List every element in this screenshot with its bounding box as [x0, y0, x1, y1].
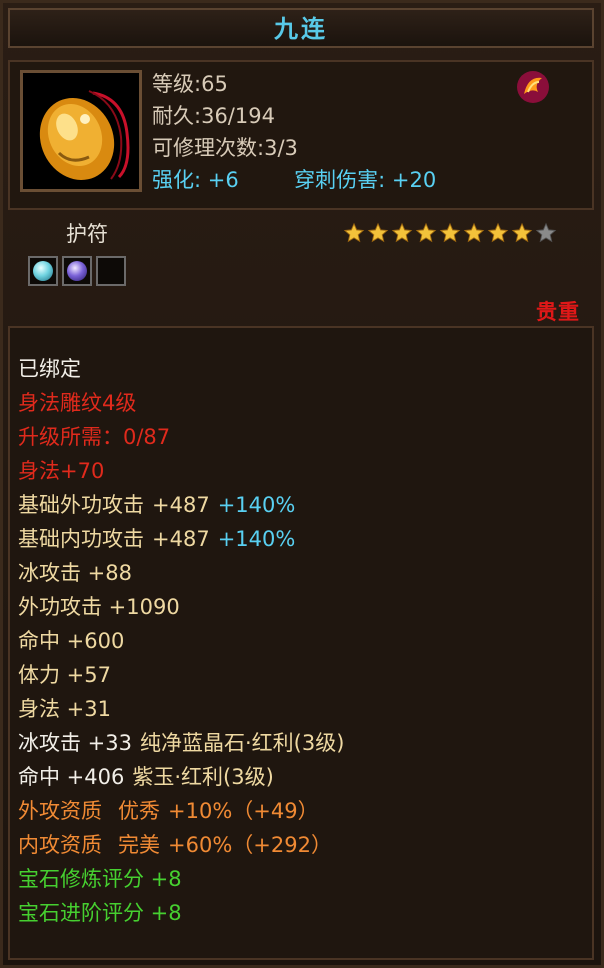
enhance-row: 强化: +6 穿刺伤害: +20 — [152, 164, 436, 196]
item-name: 九连 — [8, 8, 594, 48]
base-stats: 等级:65 耐久:36/194 可修理次数:3/3 强化: +6 穿刺伤害: +… — [152, 68, 436, 196]
quality-grade: 完美 — [118, 833, 160, 857]
attr-percent: +140% — [217, 493, 296, 517]
level-label: 等级: — [152, 72, 202, 96]
carving-bonus: 身法+70 — [18, 459, 105, 483]
attr-value: +487 — [152, 527, 210, 551]
attr-name: 基础内功攻击 — [18, 527, 144, 551]
attr-value: +487 — [152, 493, 210, 517]
star-filled-icon — [367, 222, 389, 243]
quality-value: +10%（+49） — [168, 799, 319, 823]
attribute-list: 已绑定 身法雕纹4级 升级所需：0/87 身法+70 基础外功攻击 +487 +14… — [18, 352, 344, 930]
attr-ice-attack: 冰攻击 +88 — [18, 561, 132, 585]
gem-sockets — [28, 256, 126, 286]
gem-name: 纯净蓝晶石·红利(3级) — [140, 731, 345, 755]
durability-row: 耐久:36/194 — [152, 100, 436, 132]
attr-hit: 命中 +600 — [18, 629, 125, 653]
star-filled-icon — [415, 222, 437, 243]
quality-inner: 内攻资质 完美 +60%（+292） — [18, 828, 344, 862]
star-filled-icon — [511, 222, 533, 243]
durability-label: 耐久: — [152, 104, 202, 128]
gem-stat: 冰攻击 +33 — [18, 731, 132, 755]
repair-label: 可修理次数: — [152, 136, 265, 160]
attr-name: 基础外功攻击 — [18, 493, 144, 517]
gem-advance-score: 宝石进阶评分 +8 — [18, 901, 182, 925]
gem-bonus-1: 冰攻击 +33 纯净蓝晶石·红利(3级) — [18, 726, 344, 760]
star-filled-icon — [487, 222, 509, 243]
blue-gem-socket[interactable] — [28, 256, 58, 286]
attr-stamina: 体力 +57 — [18, 663, 111, 687]
attr-outer-damage: 外功攻击 +1090 — [18, 595, 180, 619]
empty-socket[interactable] — [96, 256, 126, 286]
level-row: 等级:65 — [152, 68, 436, 100]
attr-inner-attack: 基础内功攻击 +487 +140% — [18, 522, 344, 556]
star-filled-icon — [343, 222, 365, 243]
star-empty-icon — [535, 222, 557, 243]
gem-stat: 命中 +406 — [18, 765, 125, 789]
gem-bonus-2: 命中 +406 紫玉·红利(3级) — [18, 760, 344, 794]
carving-level: 身法雕纹4级 — [18, 391, 137, 415]
quality-outer: 外攻资质 优秀 +10%（+49） — [18, 794, 344, 828]
blue-gem-icon — [33, 261, 53, 281]
purple-gem-icon — [67, 261, 87, 281]
fire-emblem-icon — [517, 71, 549, 103]
repair-row: 可修理次数:3/3 — [152, 132, 436, 164]
purple-gem-socket[interactable] — [62, 256, 92, 286]
quality-name: 内攻资质 — [18, 833, 102, 857]
star-filled-icon — [391, 222, 413, 243]
star-filled-icon — [463, 222, 485, 243]
attr-outer-attack: 基础外功攻击 +487 +140% — [18, 488, 344, 522]
quality-value: +60%（+292） — [168, 833, 332, 857]
gem-refine-score: 宝石修炼评分 +8 — [18, 867, 182, 891]
pierce-value: +20 — [391, 168, 437, 192]
gem-name: 紫玉·红利(3级) — [132, 765, 274, 789]
enhance-value: +6 — [207, 168, 239, 192]
attr-percent: +140% — [217, 527, 296, 551]
level-value: 65 — [201, 72, 228, 96]
star-rating — [343, 222, 557, 244]
durability-value: 36/194 — [201, 104, 275, 128]
slot-type: 护符 — [66, 222, 108, 246]
upgrade-requirement: 升级所需：0/87 — [18, 425, 171, 449]
enhance-label: 强化: — [152, 168, 202, 192]
star-filled-icon — [439, 222, 461, 243]
amulet-icon — [20, 70, 142, 192]
quality-name: 外攻资质 — [18, 799, 102, 823]
repair-value: 3/3 — [264, 136, 298, 160]
item-header: 等级:65 耐久:36/194 可修理次数:3/3 强化: +6 穿刺伤害: +… — [8, 60, 594, 210]
quality-grade: 优秀 — [118, 799, 160, 823]
rarity-badge: 贵重 — [536, 300, 580, 324]
bound-status: 已绑定 — [18, 357, 81, 381]
pierce-label: 穿刺伤害: — [294, 168, 386, 192]
attr-agility: 身法 +31 — [18, 697, 111, 721]
